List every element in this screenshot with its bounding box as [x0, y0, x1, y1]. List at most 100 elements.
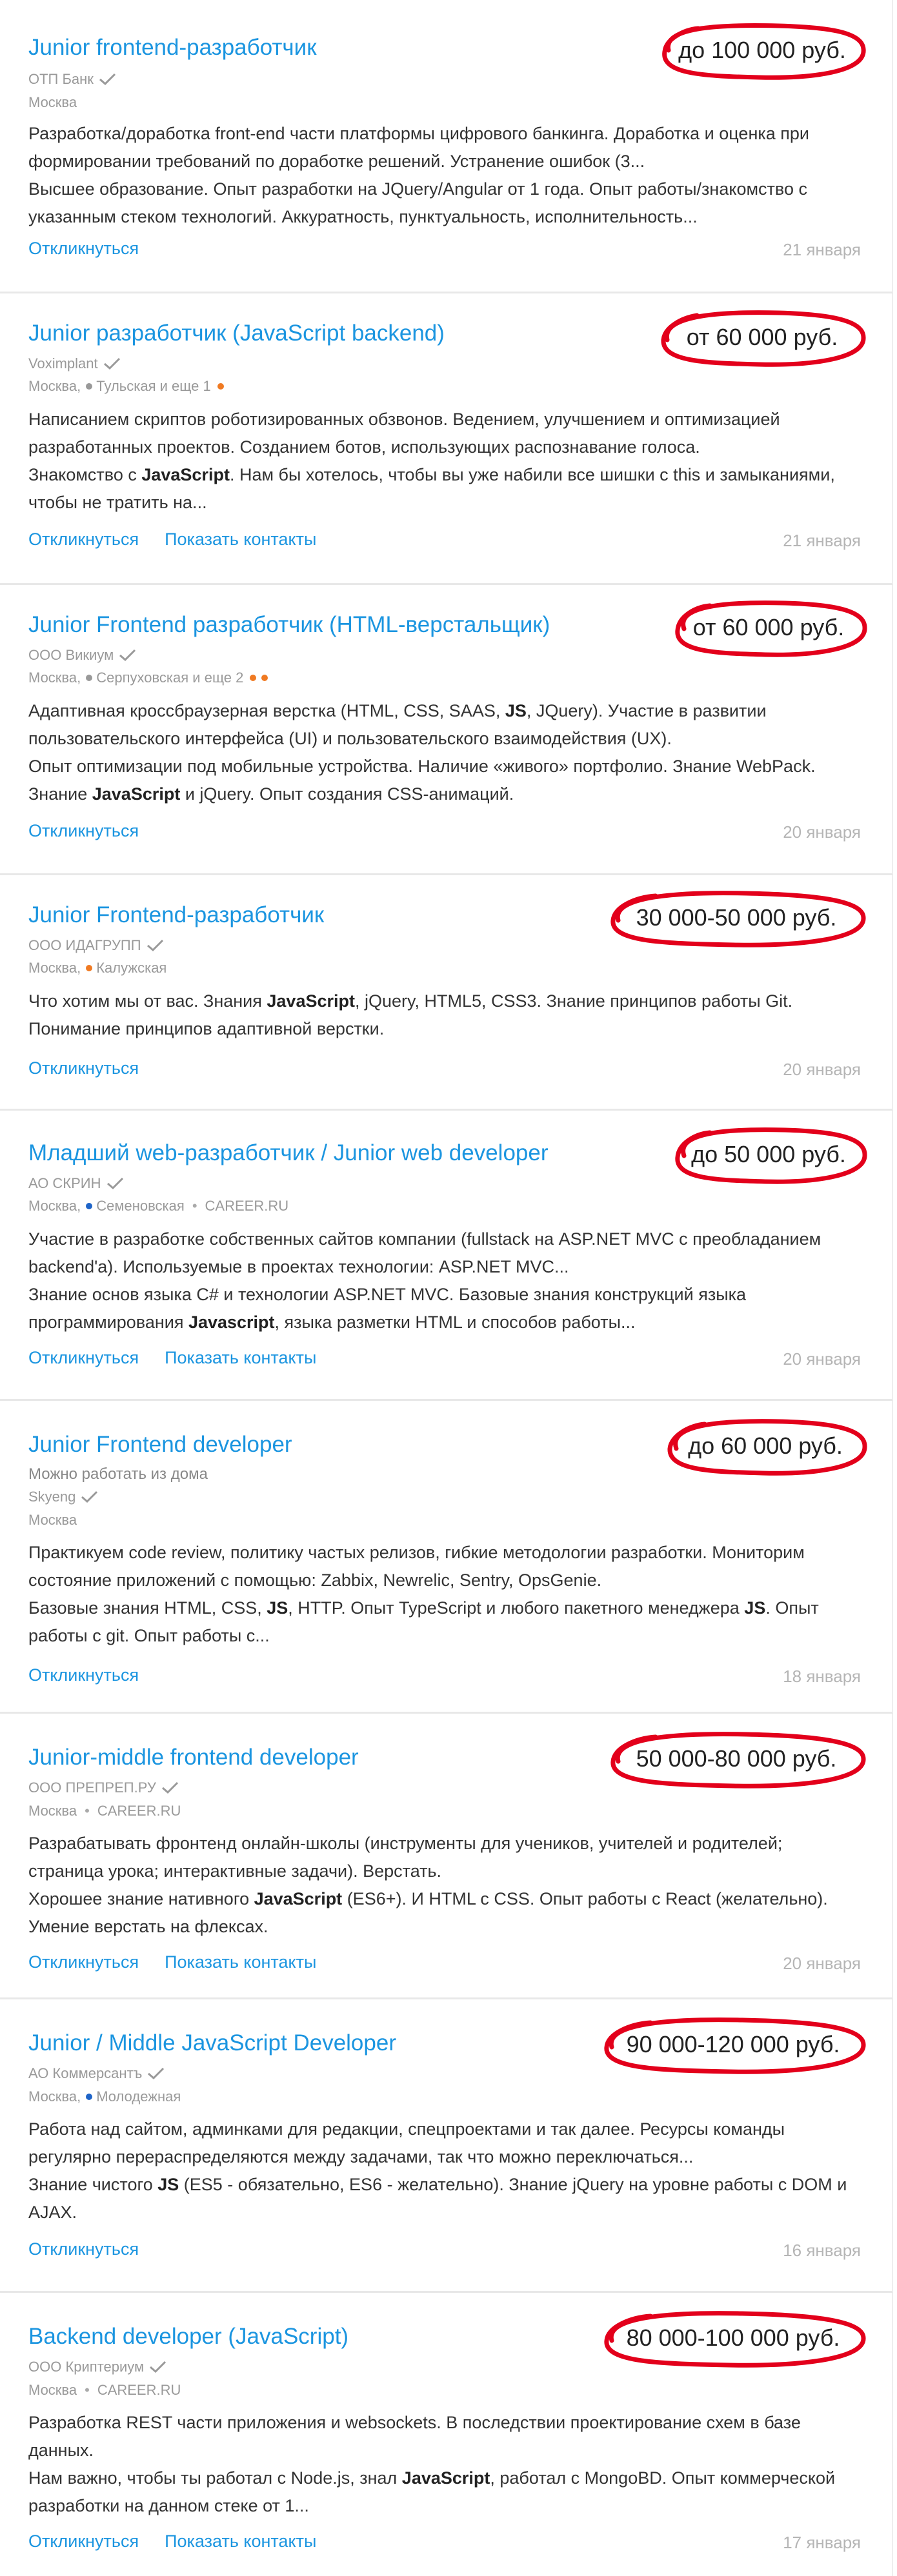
- description-requirements: Знакомство с JavaScript. Нам бы хотелось…: [28, 465, 835, 512]
- vacancy-title-link[interactable]: Junior Frontend developer: [28, 1431, 292, 1459]
- respond-link[interactable]: Откликнуться: [28, 1058, 139, 1078]
- salary-highlight: 90 000-120 000 руб.: [598, 2015, 869, 2074]
- verified-check-icon: [99, 73, 116, 86]
- verified-check-icon: [150, 2361, 166, 2373]
- metro-dot-icon: [86, 675, 93, 681]
- salary-highlight: до 60 000 руб.: [662, 1416, 869, 1476]
- separator-dot: •: [85, 2382, 90, 2398]
- respond-link[interactable]: Откликнуться: [28, 1348, 139, 1368]
- vacancy-description: Участие в разработке собственных сайтов …: [28, 1225, 861, 1336]
- metro-label: Серпуховская и еще 2: [96, 669, 244, 686]
- city-label: Москва,: [28, 960, 81, 976]
- vacancy-card: Junior / Middle JavaScript Developer 90 …: [0, 1999, 893, 2293]
- vacancy-title-link[interactable]: Junior / Middle JavaScript Developer: [28, 2029, 396, 2057]
- city-label: Москва: [28, 1803, 77, 1819]
- vacancy-actions: Откликнуться Показать контакты: [28, 2531, 316, 2551]
- description-requirements: Опыт оптимизации под мобильные устройств…: [28, 757, 816, 804]
- salary-highlight: 50 000-80 000 руб.: [604, 1729, 869, 1788]
- vacancy-card: Junior Frontend разработчик (HTML-верста…: [0, 585, 893, 875]
- vacancy-title-link[interactable]: Junior-middle frontend developer: [28, 1743, 359, 1772]
- location-line: Москва, Семеновская • CAREER.RU: [28, 1198, 288, 1214]
- verified-check-icon: [81, 1491, 98, 1503]
- description-responsibilities: Разработка REST части приложения и webso…: [28, 2413, 801, 2460]
- vacancy-list: Junior frontend-разработчик до 100 000 р…: [0, 0, 897, 2576]
- metro-dot-icon: [86, 965, 93, 971]
- company-name[interactable]: ООО ПРЕПРЕП.РУ: [28, 1779, 179, 1796]
- respond-link[interactable]: Откликнуться: [28, 530, 139, 550]
- vacancy-description: Разработка/доработка front-end части пла…: [28, 120, 861, 231]
- vacancy-description: Разрабатывать фронтенд онлайн-школы (инс…: [28, 1830, 861, 1941]
- vacancy-actions: Откликнуться: [28, 1058, 139, 1078]
- company-name[interactable]: ОТП Банк: [28, 71, 117, 88]
- company-label: ООО ПРЕПРЕП.РУ: [28, 1779, 156, 1796]
- metro-label: Тульская и еще 1: [96, 378, 211, 394]
- salary-highlight: 80 000-100 000 руб.: [598, 2308, 869, 2368]
- salary-highlight: от 60 000 руб.: [656, 308, 869, 367]
- location-line: Москва, Тульская и еще 1: [28, 378, 228, 395]
- salary-label: от 60 000 руб.: [686, 324, 838, 350]
- vacancy-card: Junior Frontend developer до 60 000 руб.…: [0, 1401, 893, 1714]
- vacancy-description: Работа над сайтом, админками для редакци…: [28, 2115, 861, 2226]
- metro-label: Калужская: [96, 960, 167, 976]
- salary-label: до 50 000 руб.: [691, 1141, 846, 1167]
- show-contacts-link[interactable]: Показать контакты: [165, 1952, 316, 1972]
- vacancy-title-link[interactable]: Junior frontend-разработчик: [28, 34, 317, 62]
- metro-dot-icon: [86, 383, 93, 390]
- vacancy-card: Junior frontend-разработчик до 100 000 р…: [0, 0, 893, 293]
- company-label: АО СКРИН: [28, 1175, 101, 1191]
- show-contacts-link[interactable]: Показать контакты: [165, 530, 316, 550]
- salary-label: до 60 000 руб.: [688, 1432, 843, 1459]
- remote-work-note: Можно работать из дома: [28, 1465, 208, 1483]
- show-contacts-link[interactable]: Показать контакты: [165, 2531, 316, 2551]
- salary-label: 50 000-80 000 руб.: [636, 1745, 837, 1772]
- city-label: Москва: [28, 94, 77, 110]
- show-contacts-link[interactable]: Показать контакты: [165, 1348, 316, 1368]
- city-label: Москва: [28, 1512, 77, 1528]
- description-responsibilities: Разрабатывать фронтенд онлайн-школы (инс…: [28, 1834, 783, 1881]
- vacancy-title-link[interactable]: Junior Frontend разработчик (HTML-верста…: [28, 611, 550, 639]
- company-name[interactable]: ООО Викиум: [28, 647, 137, 664]
- salary-highlight: до 50 000 руб.: [669, 1125, 869, 1184]
- vacancy-date: 16 января: [783, 2241, 861, 2260]
- company-label: Skyeng: [28, 1489, 76, 1505]
- source-label: CAREER.RU: [97, 2382, 181, 2398]
- vacancy-date: 21 января: [783, 531, 861, 550]
- city-label: Москва,: [28, 1198, 81, 1214]
- respond-link[interactable]: Откликнуться: [28, 821, 139, 841]
- vacancy-title-link[interactable]: Младший web-разработчик / Junior web dev…: [28, 1139, 549, 1167]
- vacancy-title-link[interactable]: Junior Frontend-разработчик: [28, 901, 324, 929]
- metro-dot-icon: [217, 383, 224, 390]
- company-name[interactable]: ООО ИДАГРУПП: [28, 937, 165, 954]
- separator-dot: •: [192, 1198, 197, 1214]
- company-name[interactable]: АО Коммерсантъ: [28, 2065, 165, 2082]
- respond-link[interactable]: Откликнуться: [28, 1665, 139, 1685]
- vacancy-title-link[interactable]: Junior разработчик (JavaScript backend): [28, 319, 445, 348]
- metro-dot-icon: [86, 2094, 93, 2100]
- respond-link[interactable]: Откликнуться: [28, 2239, 139, 2259]
- vacancy-date: 20 января: [783, 1954, 861, 1973]
- verified-check-icon: [106, 1177, 123, 1190]
- company-name[interactable]: АО СКРИН: [28, 1175, 125, 1192]
- verified-check-icon: [146, 939, 163, 952]
- respond-link[interactable]: Откликнуться: [28, 1952, 139, 1972]
- vacancy-actions: Откликнуться Показать контакты: [28, 1952, 316, 1972]
- vacancy-description: Написанием скриптов роботизированных обз…: [28, 406, 861, 517]
- respond-link[interactable]: Откликнуться: [28, 2531, 139, 2551]
- city-label: Москва,: [28, 2088, 81, 2105]
- vacancy-card: Junior Frontend-разработчик 30 000-50 00…: [0, 875, 893, 1111]
- company-label: Voximplant: [28, 355, 98, 372]
- description-responsibilities: Разработка/доработка front-end части пла…: [28, 124, 809, 171]
- company-name[interactable]: Voximplant: [28, 355, 121, 372]
- company-label: ООО Криптериум: [28, 2359, 145, 2375]
- description-requirements: Высшее образование. Опыт разработки на J…: [28, 179, 807, 226]
- description-responsibilities: Что хотим мы от вас. Знания JavaScript, …: [28, 991, 793, 1038]
- vacancy-description: Практикуем code review, политику частых …: [28, 1539, 861, 1650]
- location-line: Москва • CAREER.RU: [28, 1803, 181, 1819]
- location-line: Москва • CAREER.RU: [28, 2382, 181, 2399]
- vacancy-title-link[interactable]: Backend developer (JavaScript): [28, 2323, 348, 2351]
- company-name[interactable]: Skyeng: [28, 1489, 99, 1505]
- salary-highlight: от 60 000 руб.: [669, 598, 869, 657]
- respond-link[interactable]: Откликнуться: [28, 239, 139, 259]
- source-label: CAREER.RU: [205, 1198, 289, 1214]
- company-name[interactable]: ООО Криптериум: [28, 2359, 167, 2375]
